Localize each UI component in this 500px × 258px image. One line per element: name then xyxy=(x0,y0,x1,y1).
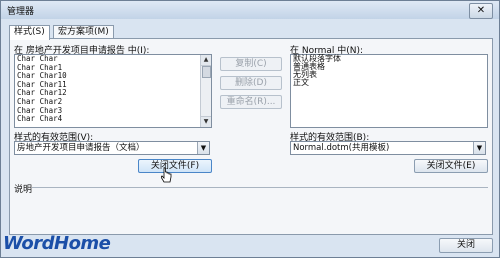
description-divider xyxy=(32,187,488,188)
list-item[interactable]: 普通表格 xyxy=(291,63,487,71)
left-scope-value: 房地产开发项目申请报告（文档） xyxy=(17,143,145,153)
title-bar: 管理器 ✕ xyxy=(1,1,499,19)
right-style-list[interactable]: 默认段落字体 普通表格 无列表 正文 xyxy=(290,54,488,128)
left-close-file-button[interactable]: 关闭文件(F) xyxy=(138,159,212,173)
right-scope-value: Normal.dotm(共用模板) xyxy=(293,143,390,153)
list-item[interactable]: 正文 xyxy=(291,79,487,87)
description-label: 说明 xyxy=(14,185,33,195)
tab-panel: 在 房地产开发项目申请报告 中(I): Char Char Char Char1… xyxy=(9,38,493,235)
left-list-scrollbar[interactable]: ▲ ▼ xyxy=(200,55,211,127)
window-title: 管理器 xyxy=(7,7,35,17)
scroll-up-icon[interactable]: ▲ xyxy=(201,55,211,66)
wordhome-logo: WordHome xyxy=(3,233,111,254)
left-style-list[interactable]: Char Char Char Char1 Char Char10 Char Ch… xyxy=(14,54,212,128)
close-button[interactable]: 关闭 xyxy=(439,238,493,253)
close-icon[interactable]: ✕ xyxy=(469,3,493,19)
delete-button[interactable]: 删除(D) xyxy=(220,76,282,90)
scroll-down-icon[interactable]: ▼ xyxy=(201,116,211,127)
list-item[interactable]: 无列表 xyxy=(291,71,487,79)
left-scope-select[interactable]: 房地产开发项目申请报告（文档） ▼ xyxy=(14,141,210,155)
hand-cursor-icon xyxy=(161,167,172,183)
right-close-file-button[interactable]: 关闭文件(E) xyxy=(414,159,488,173)
rename-button[interactable]: 重命名(R)... xyxy=(220,95,282,109)
tab-styles[interactable]: 样式(S) xyxy=(9,25,50,40)
organizer-dialog: 管理器 ✕ 样式(S) 宏方案项(M) 在 房地产开发项目申请报告 中(I): … xyxy=(0,0,500,258)
chevron-down-icon[interactable]: ▼ xyxy=(197,142,209,154)
scroll-thumb[interactable] xyxy=(202,66,211,78)
right-scope-select[interactable]: Normal.dotm(共用模板) ▼ xyxy=(290,141,486,155)
chevron-down-icon[interactable]: ▼ xyxy=(473,142,485,154)
tab-macro-items[interactable]: 宏方案项(M) xyxy=(53,25,114,39)
list-item[interactable]: Char Char4 xyxy=(15,115,211,124)
copy-button[interactable]: 复制(C) xyxy=(220,57,282,71)
